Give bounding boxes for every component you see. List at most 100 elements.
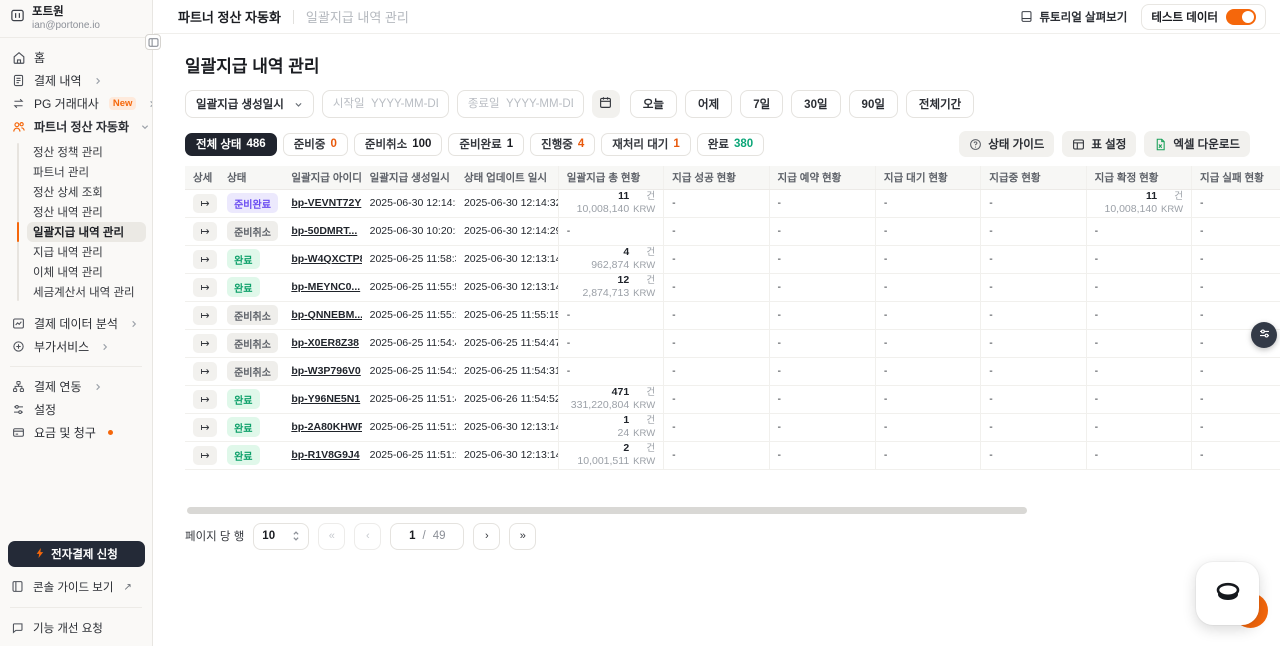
sidebar-item-1[interactable]: 설정 (4, 398, 148, 421)
quick-range-button-4[interactable]: 90일 (849, 90, 898, 118)
row-detail-button[interactable]: ↦ (193, 250, 217, 269)
table-row-5: ↦준비취소bp-X0ER8Z382025-06-25 11:54:422025-… (185, 329, 1280, 357)
row-detail-button[interactable]: ↦ (193, 194, 217, 213)
status-tab-label: 재처리 대기 (612, 136, 668, 152)
table-row-2: ↦완료bp-W4QXCTP82025-06-25 11:58:392025-06… (185, 245, 1280, 273)
sidebar-subitem-6[interactable]: 이체 내역 관리 (27, 262, 146, 282)
first-page-button[interactable]: « (318, 523, 345, 550)
status-tab-0[interactable]: 전체 상태486 (185, 133, 277, 156)
quick-range-button-3[interactable]: 30일 (791, 90, 840, 118)
start-date-input[interactable] (322, 90, 449, 118)
bulk-payout-id-link[interactable]: bp-MEYNC0... (291, 281, 360, 293)
stat-total: - (567, 225, 571, 237)
column-header-2: 일괄지급 아이디 (283, 166, 361, 189)
bulk-payout-id-link[interactable]: bp-R1V8G9J4 (291, 449, 359, 461)
bulk-payout-id-link[interactable]: bp-W3P796V0 (291, 365, 360, 377)
status-tab-5[interactable]: 재처리 대기1 (601, 133, 691, 156)
quick-range-button-1[interactable]: 어제 (685, 90, 732, 118)
integration-icon (11, 379, 26, 394)
sidebar-collapse-button[interactable] (145, 34, 161, 50)
bulk-payout-id-link[interactable]: bp-Y96NE5N1 (291, 393, 360, 405)
calendar-button[interactable] (592, 90, 620, 118)
stat-success: - (672, 365, 676, 377)
bulk-payout-id-link[interactable]: bp-50DMRT... (291, 225, 357, 237)
row-detail-button[interactable]: ↦ (193, 446, 217, 465)
status-tab-2[interactable]: 준비취소100 (354, 133, 443, 156)
per-page-select[interactable]: 10 (253, 523, 309, 550)
toggle-switch-on[interactable] (1226, 9, 1256, 25)
row-detail-button[interactable]: ↦ (193, 390, 217, 409)
row-detail-button[interactable]: ↦ (193, 306, 217, 325)
sidebar-subitem-1[interactable]: 파트너 관리 (27, 162, 146, 182)
arrow-from-bar-icon: ↦ (200, 393, 209, 406)
sidebar-item-2[interactable]: 요금 및 청구 (4, 421, 148, 444)
sidebar-item-label: 결제 데이터 분석 (34, 315, 118, 332)
org-switcher[interactable]: 포트원 ian@portone.io (0, 0, 152, 38)
sidebar-subitem-4[interactable]: 일괄지급 내역 관리 (27, 222, 146, 242)
status-tab-count: 380 (734, 138, 753, 150)
scrollbar-thumb[interactable] (187, 507, 1027, 514)
status-tab-6[interactable]: 완료 380 (697, 133, 764, 156)
table-settings-button[interactable]: 표 설정 (1062, 131, 1136, 157)
bulk-payout-id-link[interactable]: bp-QNNEBM... (291, 309, 361, 321)
sidebar-subitem-0[interactable]: 정산 정책 관리 (27, 142, 146, 162)
test-data-toggle[interactable]: 테스트 데이터 (1141, 4, 1266, 30)
console-guide-link[interactable]: 콘솔 가이드 보기 ↗ (0, 575, 152, 599)
stat-paying: - (989, 197, 993, 209)
chat-launcher[interactable] (1196, 562, 1259, 625)
sidebar-item-1[interactable]: 결제 내역 (4, 69, 148, 92)
updated-at: 2025-06-25 11:54:47 (464, 337, 558, 349)
currency-unit: KRW (629, 400, 655, 413)
sidebar-item-0[interactable]: 홈 (4, 46, 148, 69)
sidebar-subitem-2[interactable]: 정산 상세 조회 (27, 182, 146, 202)
sidebar-item-2[interactable]: PG 거래대사New (4, 92, 148, 115)
status-tab-1[interactable]: 준비중0 (283, 133, 348, 156)
sidebar-item-0[interactable]: 결제 연동 (4, 375, 148, 398)
status-tab-label: 완료 (708, 136, 729, 152)
sidebar-item-3[interactable]: 파트너 정산 자동화 (4, 115, 148, 138)
bulk-payout-id-link[interactable]: bp-VEVNT72Y (291, 197, 361, 209)
updated-at: 2025-06-30 12:13:14 (464, 421, 558, 433)
horizontal-scrollbar (185, 507, 1248, 514)
breadcrumb-parent[interactable]: 파트너 정산 자동화 (178, 7, 281, 26)
sidebar-item-label: 설정 (34, 401, 56, 418)
quick-range-button-0[interactable]: 오늘 (630, 90, 677, 118)
sidebar-menu-low: 결제 연동설정요금 및 청구 (0, 375, 152, 444)
quick-range-button-5[interactable]: 전체기간 (906, 90, 974, 118)
updated-at: 2025-06-30 12:14:32 (464, 197, 558, 209)
sidebar-subitem-3[interactable]: 정산 내역 관리 (27, 202, 146, 222)
status-badge: 준비취소 (227, 361, 278, 381)
bulk-payout-id-link[interactable]: bp-X0ER8Z38 (291, 337, 359, 349)
addon-icon (11, 339, 26, 354)
status-guide-button[interactable]: 상태 가이드 (959, 131, 1054, 157)
sidebar-subitem-5[interactable]: 지급 내역 관리 (27, 242, 146, 262)
sidebar-subitem-7[interactable]: 세금계산서 내역 관리 (27, 282, 146, 302)
last-page-button[interactable]: » (509, 523, 536, 550)
end-date-input[interactable] (457, 90, 584, 118)
feedback-link[interactable]: 기능 개선 요청 (0, 616, 152, 640)
row-detail-button[interactable]: ↦ (193, 222, 217, 241)
row-detail-button[interactable]: ↦ (193, 334, 217, 353)
bulk-payout-id-link[interactable]: bp-W4QXCTP8 (291, 253, 361, 265)
date-type-select[interactable]: 일괄지급 생성일시 (185, 90, 314, 118)
prev-page-button[interactable]: ‹ (354, 523, 381, 550)
tutorial-link[interactable]: 튜토리얼 살펴보기 (1020, 9, 1127, 25)
floating-filter-button[interactable] (1251, 322, 1277, 348)
row-detail-button[interactable]: ↦ (193, 278, 217, 297)
stat-success: - (672, 393, 676, 405)
column-header-0: 상세 (185, 166, 219, 189)
epay-apply-button[interactable]: 전자결제 신청 (8, 541, 145, 567)
next-page-button[interactable]: › (473, 523, 500, 550)
row-detail-button[interactable]: ↦ (193, 418, 217, 437)
status-tab-4[interactable]: 진행중4 (530, 133, 595, 156)
bulk-payout-id-link[interactable]: bp-2A80KHWR (291, 421, 361, 433)
sidebar-item-0[interactable]: 결제 데이터 분석 (4, 312, 148, 335)
quick-range-button-2[interactable]: 7일 (740, 90, 783, 118)
sidebar-item-1[interactable]: 부가서비스 (4, 335, 148, 358)
stat-failed: - (1200, 309, 1204, 321)
external-link-icon: ↗ (123, 582, 131, 593)
row-detail-button[interactable]: ↦ (193, 362, 217, 381)
status-tab-3[interactable]: 준비완료1 (448, 133, 524, 156)
stat-failed: - (1200, 197, 1204, 209)
excel-download-button[interactable]: 엑셀 다운로드 (1144, 131, 1250, 157)
